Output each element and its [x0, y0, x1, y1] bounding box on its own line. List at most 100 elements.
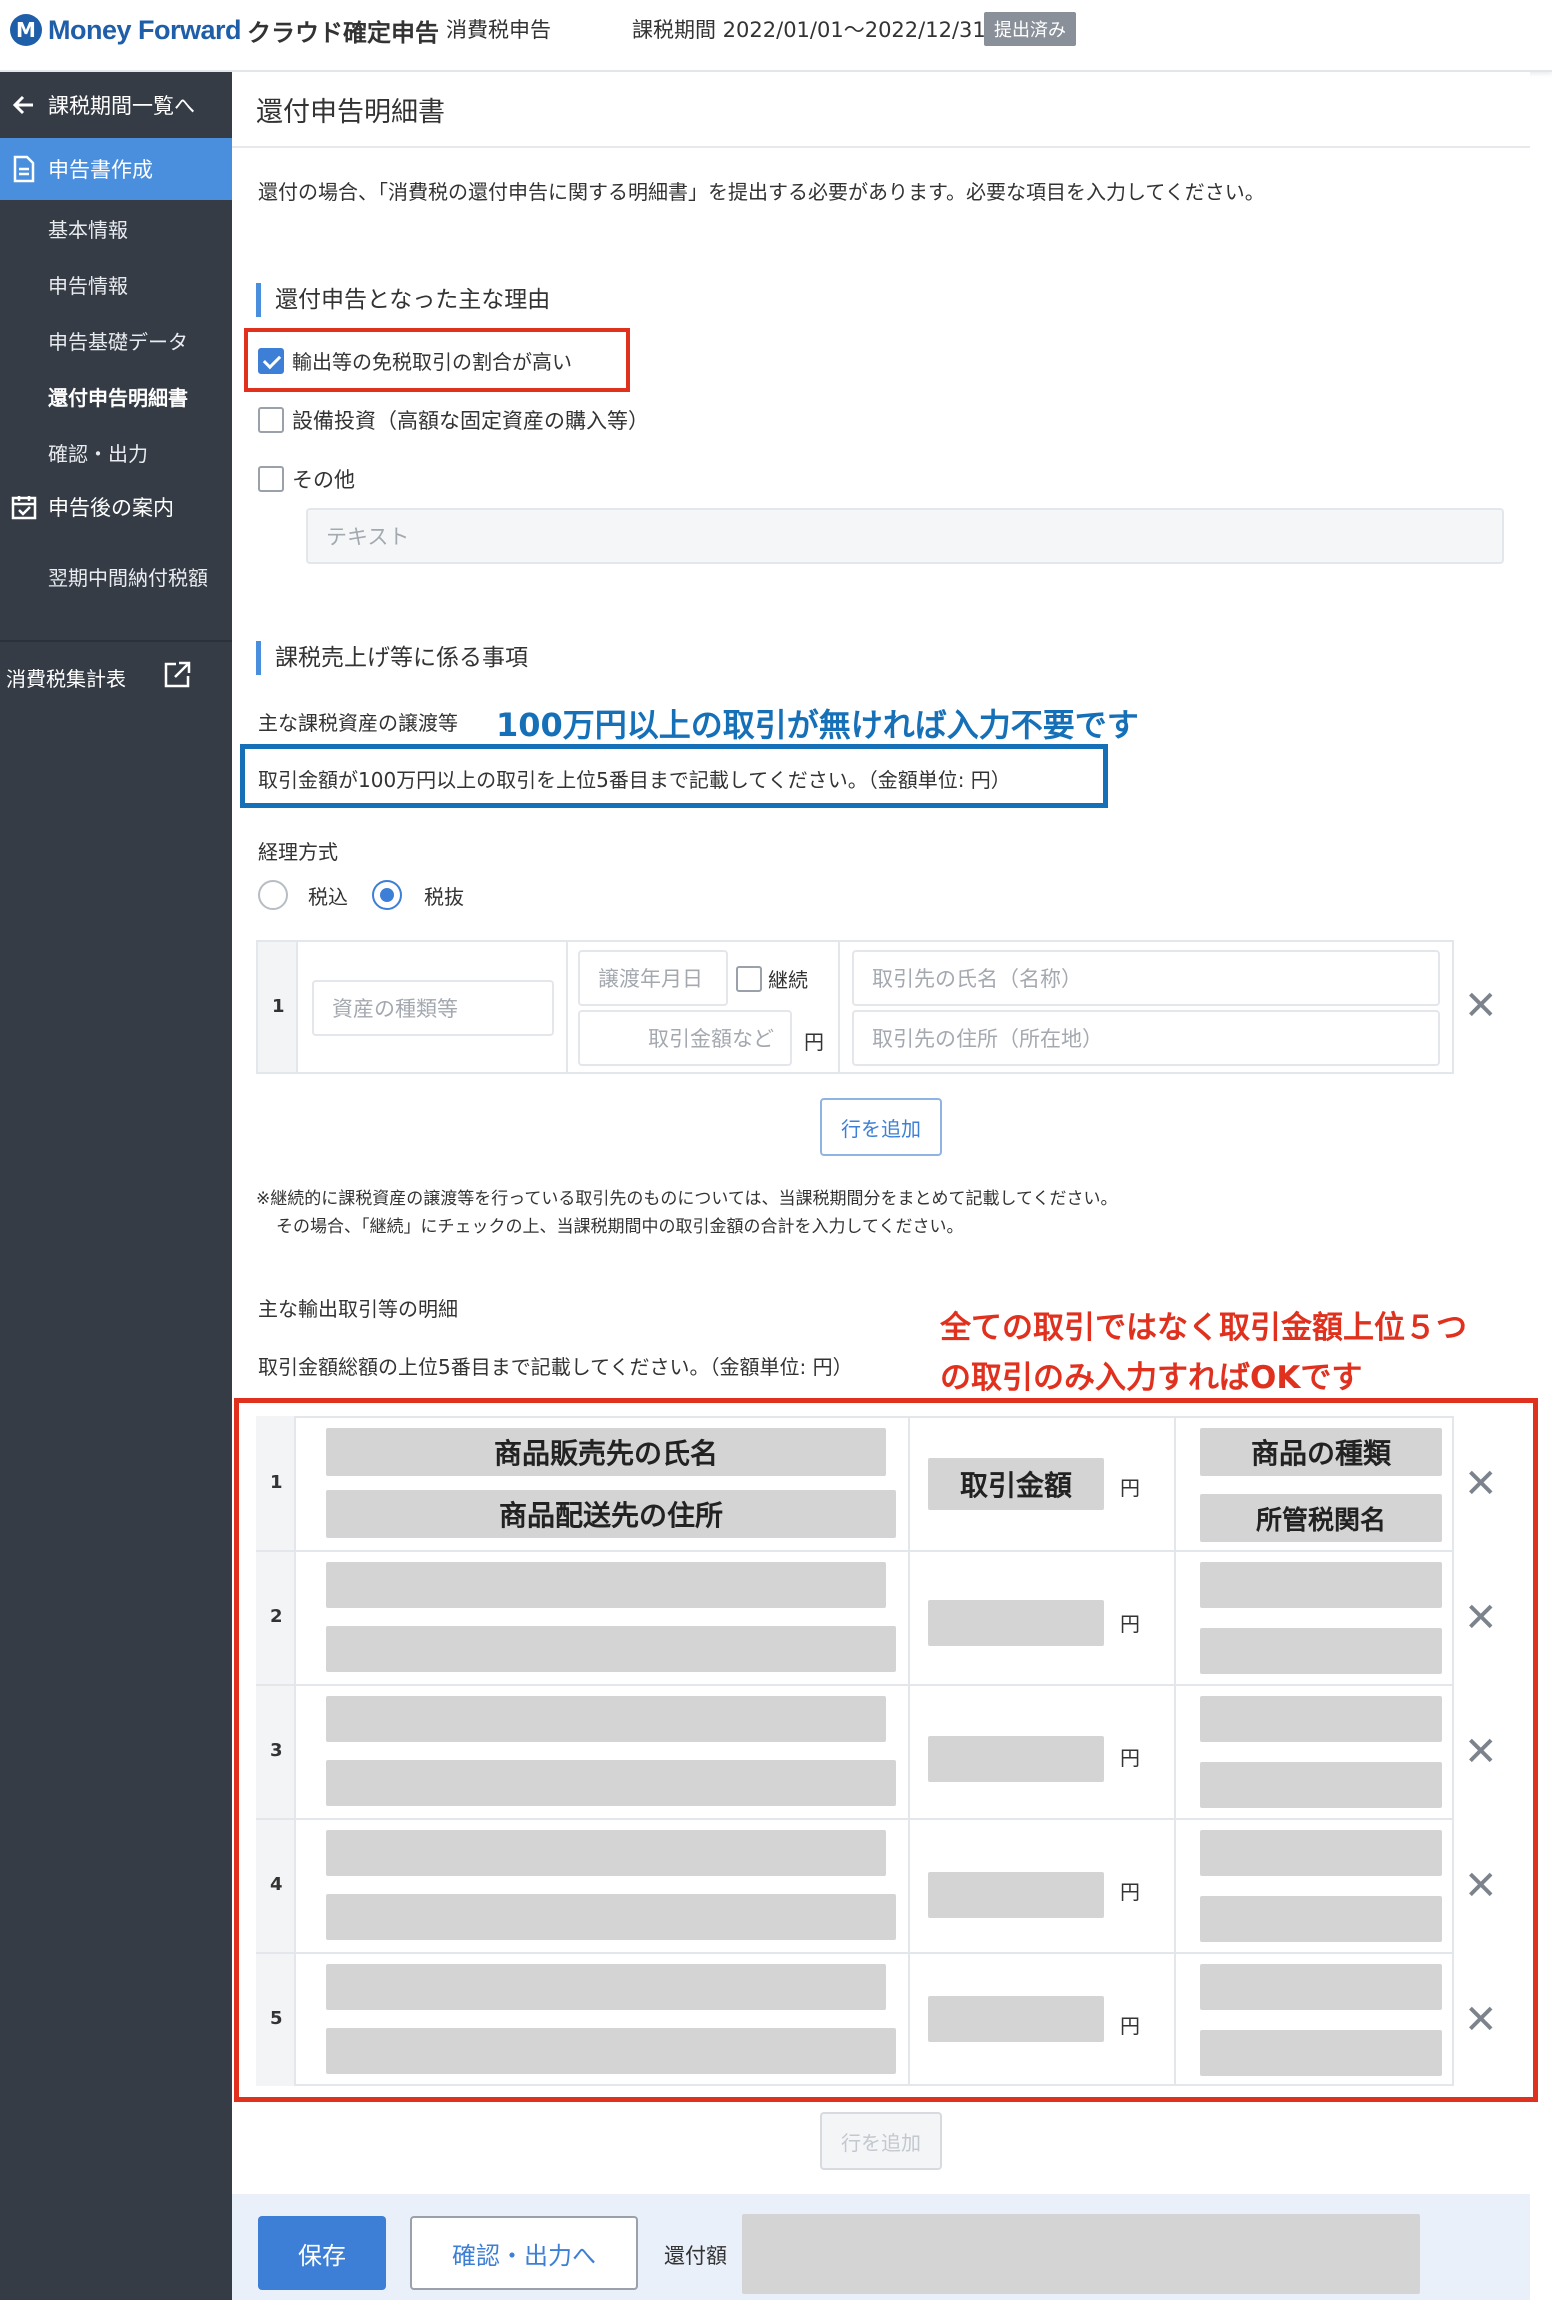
- shipping-address-input[interactable]: [326, 2028, 896, 2074]
- export-row: 4 円: [256, 1818, 1454, 1952]
- product-type-input[interactable]: [1200, 1964, 1442, 2010]
- row-number: 1: [270, 1472, 283, 1493]
- product-type-input[interactable]: [1200, 1562, 1442, 1608]
- row-number: 3: [270, 1740, 283, 1761]
- product-type-input[interactable]: [1200, 1830, 1442, 1876]
- reason-label: 輸出等の免税取引の割合が高い: [292, 350, 572, 374]
- section-title-reasons: 還付申告となった主な理由: [256, 283, 550, 317]
- back-to-periods-link[interactable]: 課税期間一覧へ: [0, 72, 232, 138]
- close-icon[interactable]: ✕: [1464, 2000, 1498, 2040]
- close-icon[interactable]: ✕: [1464, 1598, 1498, 1638]
- amount-input[interactable]: 取引金額など: [578, 1010, 792, 1066]
- save-button[interactable]: 保存: [258, 2216, 386, 2290]
- tax-period: 課税期間 2022/01/01〜2022/12/31: [632, 18, 986, 42]
- section-title-sales: 課税売上げ等に係る事項: [256, 641, 528, 675]
- amount-input[interactable]: [928, 1600, 1104, 1646]
- customs-office-input[interactable]: [1200, 1896, 1442, 1942]
- sales-note-line1: ※継続的に課税資産の譲渡等を行っている取引先のものについては、当課税期間分をまと…: [256, 1189, 1118, 1209]
- sidebar-item-basic-info[interactable]: 基本情報: [48, 214, 128, 243]
- calendar-check-icon: [10, 493, 38, 521]
- refund-amount-label: 還付額: [664, 2244, 727, 2268]
- shipping-address-input[interactable]: [326, 1894, 896, 1940]
- other-reason-text-input[interactable]: テキスト: [306, 508, 1504, 564]
- partner-address-input[interactable]: 取引先の住所（所在地）: [852, 1010, 1440, 1066]
- sidebar-item-interim-tax[interactable]: 翌期中間納付税額: [48, 562, 208, 591]
- column-divider: [908, 1416, 910, 2086]
- customer-name-input[interactable]: [326, 1830, 886, 1876]
- amount-input[interactable]: [928, 1996, 1104, 2042]
- money-forward-logo-icon: M: [10, 14, 42, 46]
- transfer-date-input[interactable]: 譲渡年月日: [578, 950, 728, 1006]
- customs-office-input[interactable]: [1200, 2030, 1442, 2076]
- sidebar-item-create[interactable]: 申告書作成: [0, 138, 232, 200]
- sidebar-item-tax-summary[interactable]: 消費税集計表: [0, 652, 232, 702]
- close-icon[interactable]: ✕: [1464, 986, 1498, 1026]
- row-number: 5: [270, 2008, 283, 2029]
- amount-input[interactable]: 取引金額: [928, 1458, 1104, 1510]
- checkbox-checked[interactable]: [258, 347, 284, 374]
- radio-label: 税込: [308, 884, 348, 909]
- page-header: 還付申告明細書: [232, 72, 1530, 148]
- radio-label: 税抜: [424, 884, 464, 909]
- app-logo[interactable]: M Money Forward クラウド確定申告: [10, 10, 439, 50]
- export-row: 2 円: [256, 1550, 1454, 1684]
- confirm-output-button[interactable]: 確認・出力へ: [410, 2216, 638, 2290]
- customer-name-input[interactable]: [326, 1562, 886, 1608]
- customer-name-input[interactable]: 商品販売先の氏名: [326, 1428, 886, 1476]
- exports-subtitle: 主な輸出取引等の明細: [258, 1297, 458, 1321]
- checkbox[interactable]: [258, 407, 284, 433]
- customs-office-input[interactable]: 所管税関名: [1200, 1494, 1442, 1542]
- sales-instruction: 取引金額が100万円以上の取引を上位5番目まで記載してください。（金額単位: 円…: [258, 768, 1011, 792]
- checkbox[interactable]: [258, 466, 284, 492]
- customs-office-input[interactable]: [1200, 1628, 1442, 1674]
- checkbox[interactable]: [736, 965, 762, 992]
- annotation-blue-text: 100万円以上の取引が無ければ入力不要です: [496, 706, 1139, 744]
- reason-option-other[interactable]: その他: [258, 464, 355, 494]
- amount-input[interactable]: [928, 1736, 1104, 1782]
- shipping-address-input[interactable]: [326, 1760, 896, 1806]
- external-link-icon: [162, 660, 192, 695]
- product-type-input[interactable]: 商品の種類: [1200, 1428, 1442, 1476]
- product-type-input[interactable]: [1200, 1696, 1442, 1742]
- add-row-button[interactable]: 行を追加: [820, 1098, 942, 1156]
- module-name: 消費税申告: [446, 18, 551, 42]
- asset-type-input[interactable]: 資産の種類等: [312, 980, 554, 1036]
- exports-instruction: 取引金額総額の上位5番目まで記載してください。（金額単位: 円）: [258, 1355, 853, 1379]
- arrow-left-icon: [10, 91, 38, 119]
- reason-option-export[interactable]: 輸出等の免税取引の割合が高い: [258, 346, 572, 375]
- export-row: 1 商品販売先の氏名 商品配送先の住所 取引金額 円 商品の種類 所管税関名: [256, 1416, 1454, 1550]
- sidebar-item-base-data[interactable]: 申告基礎データ: [48, 326, 188, 355]
- close-icon[interactable]: ✕: [1464, 1464, 1498, 1504]
- close-icon[interactable]: ✕: [1464, 1732, 1498, 1772]
- annotation-red-text-line1: 全ての取引ではなく取引金額上位５つ: [940, 1310, 1467, 1346]
- amount-input[interactable]: [928, 1872, 1104, 1918]
- sales-note-line2: その場合、「継続」にチェックの上、当課税期間中の取引金額の合計を入力してください…: [276, 1217, 964, 1237]
- column-divider: [1174, 1416, 1176, 2086]
- sidebar-item-filing-info[interactable]: 申告情報: [48, 270, 128, 299]
- continue-checkbox[interactable]: 継続: [736, 964, 808, 993]
- partner-name-input[interactable]: 取引先の氏名（名称）: [852, 950, 1440, 1006]
- yen-unit: 円: [1120, 1476, 1140, 1500]
- add-row-button-disabled[interactable]: 行を追加: [820, 2112, 942, 2170]
- customer-name-input[interactable]: [326, 1696, 886, 1742]
- customer-name-input[interactable]: [326, 1964, 886, 2010]
- export-row: 3 円: [256, 1684, 1454, 1818]
- page-title: 還付申告明細書: [256, 97, 445, 128]
- radio-tax-excluded[interactable]: [372, 880, 402, 910]
- shipping-address-input[interactable]: 商品配送先の住所: [326, 1490, 896, 1538]
- sidebar-item-refund-statement[interactable]: 還付申告明細書: [48, 382, 188, 411]
- yen-unit: 円: [1120, 2014, 1140, 2038]
- sidebar-item-after-filing[interactable]: 申告後の案内: [0, 482, 232, 532]
- radio-tax-included[interactable]: [258, 880, 288, 910]
- continue-label: 継続: [768, 968, 808, 992]
- customs-office-input[interactable]: [1200, 1762, 1442, 1808]
- close-icon[interactable]: ✕: [1464, 1866, 1498, 1906]
- reason-label: その他: [292, 468, 355, 492]
- sidebar-item-confirm-output[interactable]: 確認・出力: [48, 438, 148, 467]
- sales-subtitle: 主な課税資産の譲渡等: [258, 711, 458, 735]
- reason-option-equipment[interactable]: 設備投資（高額な固定資産の購入等）: [258, 405, 649, 435]
- sidebar-item-label: 申告後の案内: [48, 496, 174, 520]
- status-badge: 提出済み: [984, 12, 1076, 46]
- shipping-address-input[interactable]: [326, 1626, 896, 1672]
- sales-row: 1 資産の種類等 譲渡年月日 継続 取引金額など 円 取引先の氏名（名称） 取引…: [256, 940, 1454, 1074]
